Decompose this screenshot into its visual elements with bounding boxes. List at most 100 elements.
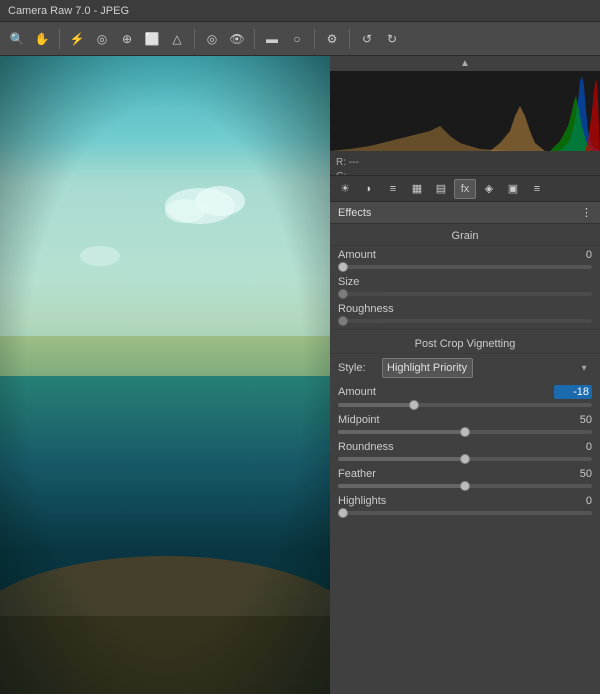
tab-presets[interactable]: ▣: [502, 179, 524, 199]
vignette-roundness-fill: [338, 457, 465, 461]
vignette-roundness-thumb[interactable]: [460, 454, 470, 464]
toolbar-separator-3: [254, 29, 255, 49]
effects-header: Effects ⋮: [330, 202, 600, 224]
vignette-amount-slider-row: [330, 402, 600, 411]
tab-detail[interactable]: ≡: [382, 179, 404, 199]
rgb-readout: R: --- G: --- B: ---: [330, 154, 600, 176]
style-label: Style:: [338, 362, 376, 374]
rotate-ccw-button[interactable]: ↺: [356, 28, 378, 50]
tab-snapshots[interactable]: ≡: [526, 179, 548, 199]
radial-filter-tool[interactable]: ○: [286, 28, 308, 50]
crop-tool[interactable]: ⬜: [141, 28, 163, 50]
grain-roughness-label: Roughness: [338, 303, 408, 315]
red-eye-tool[interactable]: 👁: [226, 28, 248, 50]
grain-size-row: Size: [330, 273, 600, 291]
vignette-amount-thumb[interactable]: [409, 400, 419, 410]
vignette-roundness-slider-row: [330, 456, 600, 465]
vignette-highlights-value: 0: [554, 495, 592, 507]
g-value: G: ---: [336, 170, 594, 176]
vignette-midpoint-label: Midpoint: [338, 414, 408, 426]
grain-amount-value: 0: [554, 249, 592, 261]
grain-amount-row: Amount 0: [330, 246, 600, 264]
grain-roughness-thumb[interactable]: [338, 316, 348, 326]
vignette-feather-fill: [338, 484, 465, 488]
vignette-midpoint-slider[interactable]: [338, 430, 592, 434]
zoom-tool[interactable]: 🔍: [6, 28, 28, 50]
style-dropdown-wrapper: Highlight Priority Color Priority Paint …: [382, 358, 592, 378]
vignette-feather-thumb[interactable]: [460, 481, 470, 491]
vignette-highlights-slider-row: [330, 510, 600, 519]
effects-title: Effects: [338, 207, 371, 219]
vignette-highlights-label: Highlights: [338, 495, 408, 507]
tab-basic[interactable]: ☀: [334, 179, 356, 199]
vignette-roundness-slider[interactable]: [338, 457, 592, 461]
photo-preview: [0, 56, 330, 694]
scroll-indicator: ▲: [330, 56, 600, 71]
vignette-amount-row: Amount -18: [330, 382, 600, 402]
vignette-midpoint-slider-row: [330, 429, 600, 438]
grain-size-label: Size: [338, 276, 408, 288]
title-text: Camera Raw 7.0 - JPEG: [8, 5, 129, 17]
grain-size-slider[interactable]: [338, 292, 592, 296]
vignette-highlights-thumb[interactable]: [338, 508, 348, 518]
toolbar: 🔍 ✋ ⚡ ◎ ⊕ ⬜ △ ◎ 👁 ▬ ○ ⚙ ↺ ↻: [0, 22, 600, 56]
panel-tabs: ☀ ◗ ≡ ▦ ▤ fx ◈ ▣ ≡: [330, 176, 600, 202]
grain-roughness-row: Roughness: [330, 300, 600, 318]
targeted-adj-tool[interactable]: ⊕: [116, 28, 138, 50]
image-area: [0, 56, 330, 694]
rotate-cw-button[interactable]: ↻: [381, 28, 403, 50]
vignette-highlights-slider[interactable]: [338, 511, 592, 515]
spot-removal-tool[interactable]: ◎: [201, 28, 223, 50]
vignette-roundness-value: 0: [554, 441, 592, 453]
tab-hsl[interactable]: ▦: [406, 179, 428, 199]
tab-tone-curve[interactable]: ◗: [358, 179, 380, 199]
histogram-chart: [330, 71, 600, 151]
graduated-filter-tool[interactable]: ▬: [261, 28, 283, 50]
vignette-amount-value[interactable]: -18: [554, 385, 592, 399]
main-layout: ▲ R: --- G: --- B: ---: [0, 56, 600, 694]
toolbar-separator-4: [314, 29, 315, 49]
image-overlay: [0, 56, 330, 694]
vignette-feather-slider-row: [330, 483, 600, 492]
grain-roughness-slider[interactable]: [338, 319, 592, 323]
r-value: R: ---: [336, 156, 594, 170]
title-bar: Camera Raw 7.0 - JPEG: [0, 0, 600, 22]
vignette-amount-label: Amount: [338, 386, 408, 398]
vignette-amount-fill: [338, 403, 414, 407]
vignette-feather-slider[interactable]: [338, 484, 592, 488]
grain-amount-slider-row: [330, 264, 600, 273]
vignette-midpoint-fill: [338, 430, 465, 434]
tab-effects[interactable]: fx: [454, 179, 476, 199]
hand-tool[interactable]: ✋: [31, 28, 53, 50]
grain-amount-thumb[interactable]: [338, 262, 348, 272]
tab-camera-cal[interactable]: ◈: [478, 179, 500, 199]
histogram-area: R: --- G: --- B: ---: [330, 71, 600, 176]
dropdown-arrow-icon: ▼: [580, 364, 588, 373]
grain-header: Grain: [330, 224, 600, 246]
effects-panel: Effects ⋮ Grain Amount 0 Size: [330, 202, 600, 694]
style-row: Style: Highlight Priority Color Priority…: [330, 354, 600, 382]
grain-amount-slider[interactable]: [338, 265, 592, 269]
vignette-amount-slider[interactable]: [338, 403, 592, 407]
vignette-highlights-row: Highlights 0: [330, 492, 600, 510]
grain-amount-label: Amount: [338, 249, 408, 261]
effects-options-icon: ⋮: [581, 206, 592, 219]
vignette-roundness-label: Roundness: [338, 441, 408, 453]
toolbar-separator-1: [59, 29, 60, 49]
white-balance-tool[interactable]: ⚡: [66, 28, 88, 50]
vignette-header: Post Crop Vignetting: [330, 332, 600, 354]
color-sampler-tool[interactable]: ◎: [91, 28, 113, 50]
toolbar-separator-2: [194, 29, 195, 49]
grain-roughness-slider-row: [330, 318, 600, 327]
vignette-feather-label: Feather: [338, 468, 408, 480]
grain-size-thumb[interactable]: [338, 289, 348, 299]
preferences-button[interactable]: ⚙: [321, 28, 343, 50]
vignette-midpoint-thumb[interactable]: [460, 427, 470, 437]
section-divider: [330, 329, 600, 330]
vignette-midpoint-value: 50: [554, 414, 592, 426]
grain-size-slider-row: [330, 291, 600, 300]
toolbar-separator-5: [349, 29, 350, 49]
straighten-tool[interactable]: △: [166, 28, 188, 50]
tab-split-toning[interactable]: ▤: [430, 179, 452, 199]
style-dropdown[interactable]: Highlight Priority Color Priority Paint …: [382, 358, 473, 378]
